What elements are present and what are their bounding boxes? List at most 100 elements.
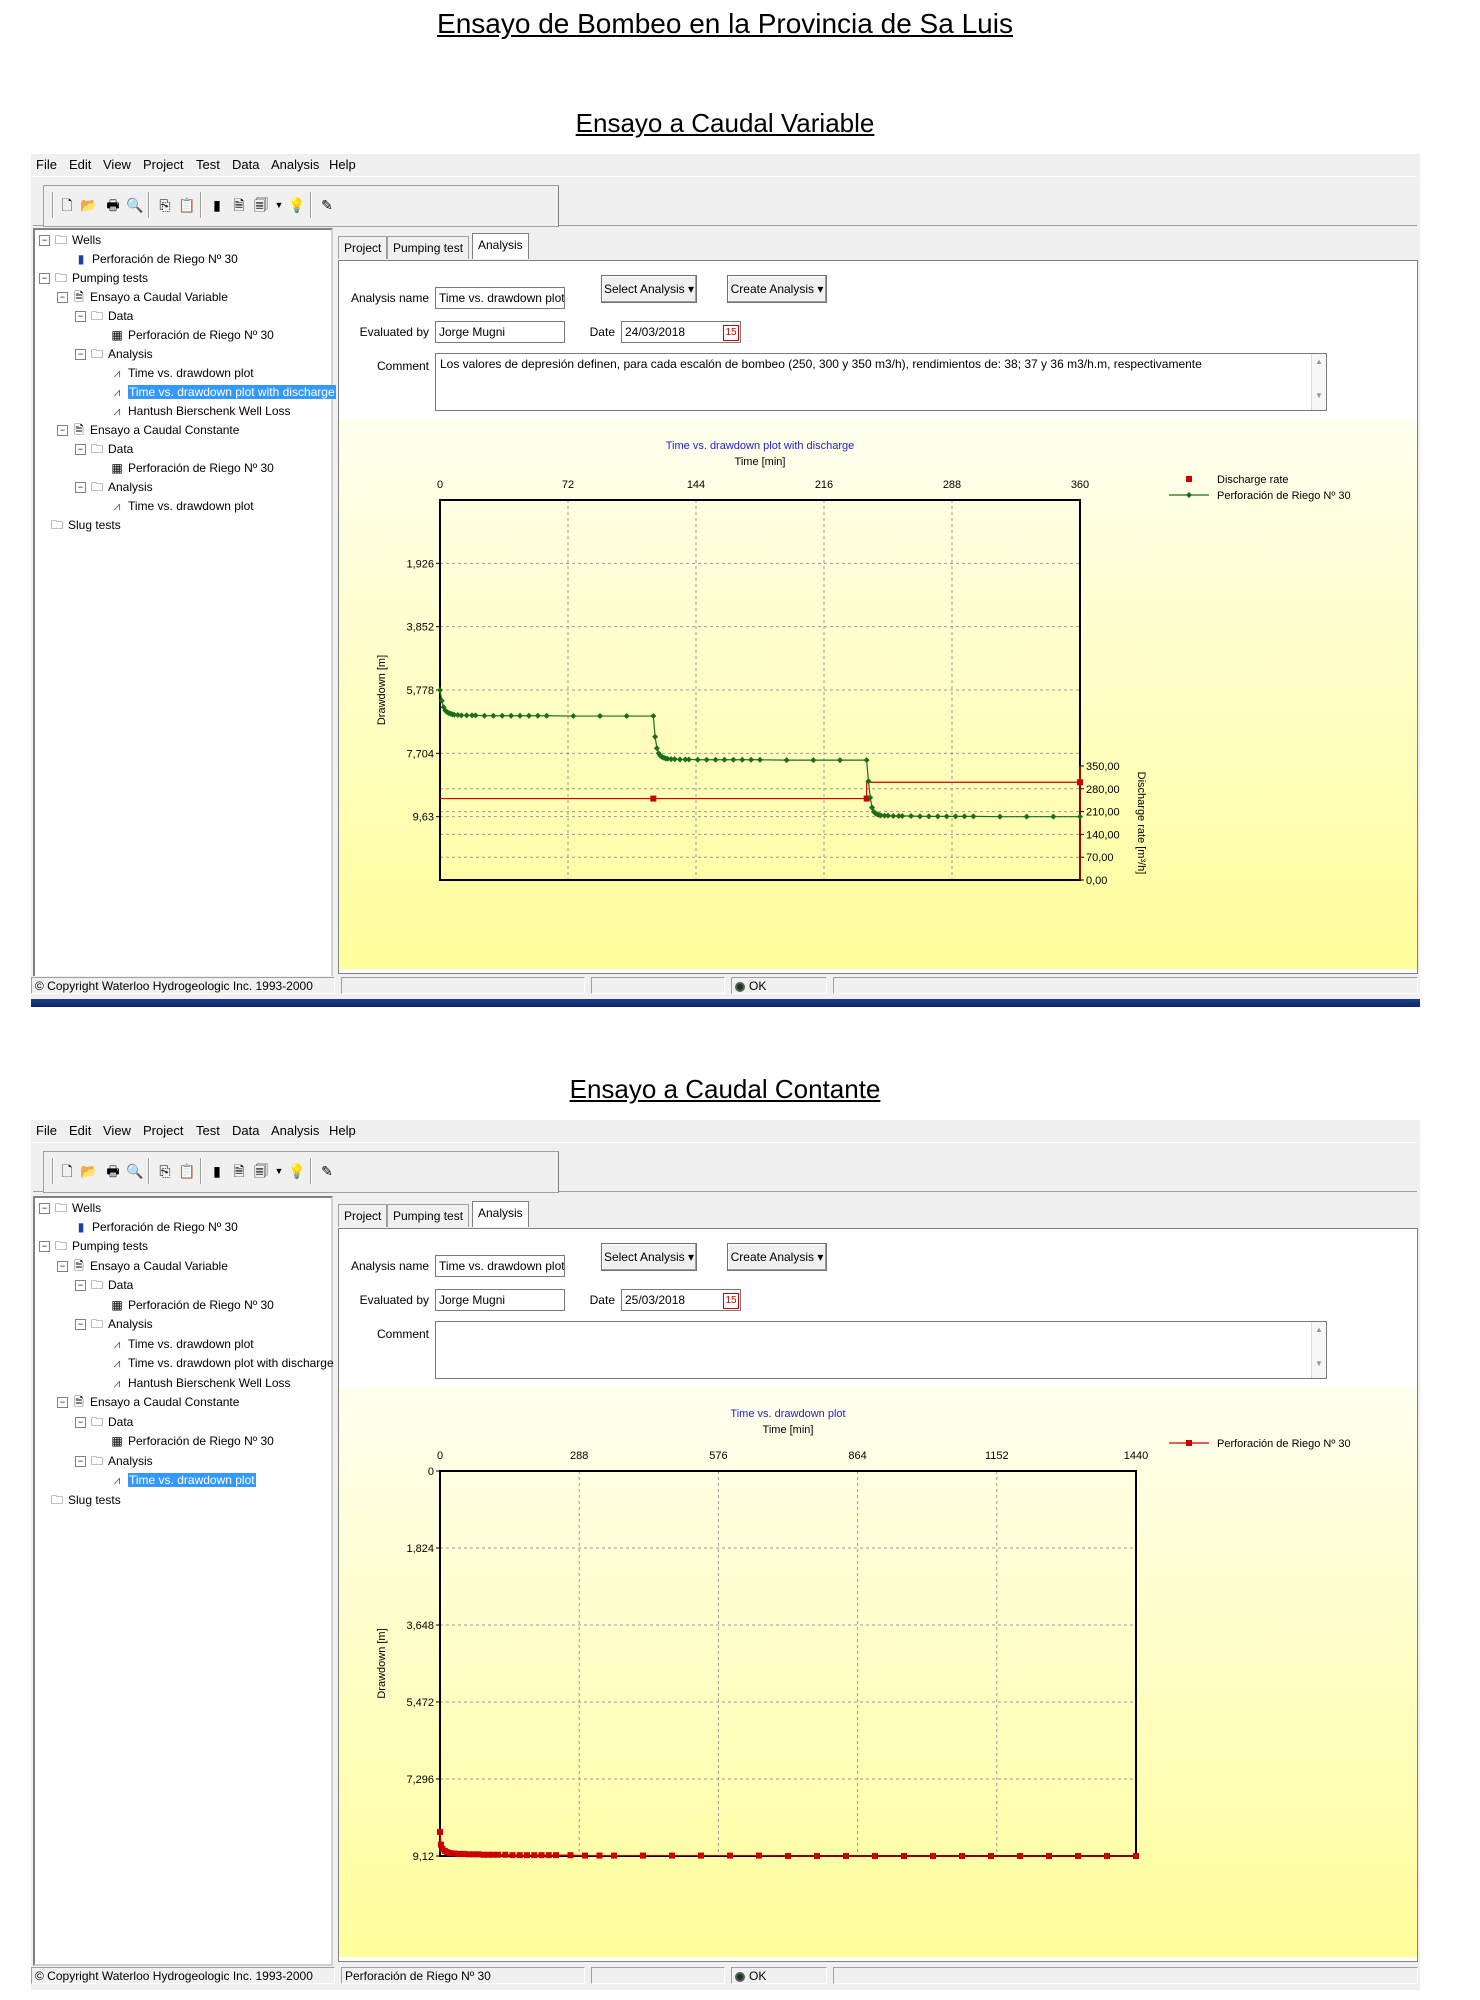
collapse-icon[interactable]: − [75,482,86,494]
menu-view[interactable]: View [103,1123,131,1138]
tree-node-data[interactable]: − 🗀 Data [75,1414,133,1431]
tree-node-test-variable[interactable]: − 🗎 Ensayo a Caudal Variable [57,289,228,306]
open-icon[interactable]: 📂 [80,196,98,214]
report-icon[interactable]: 🗎 [230,1162,248,1180]
collapse-icon[interactable]: − [75,1417,86,1429]
tree-node-pumping-tests[interactable]: − 🗀 Pumping tests [39,1238,148,1255]
comment-field[interactable]: ▲ ▼ [435,1321,1327,1379]
comment-scrollbar[interactable]: ▲ ▼ [1311,354,1326,410]
tree-node-hantush[interactable]: ⩘ Hantush Bierschenk Well Loss [109,1375,291,1392]
collapse-icon[interactable]: − [75,1456,86,1468]
collapse-icon[interactable]: − [57,425,68,437]
print-preview-icon[interactable]: 🔍 [126,196,144,214]
tree-node-data-well[interactable]: ▦ Perforación de Riego Nº 30 [109,1297,273,1314]
tip-icon[interactable]: 💡 [288,196,306,214]
open-icon[interactable]: 📂 [80,1162,98,1180]
tree-node-time-drawdown-discharge[interactable]: ⩘ Time vs. drawdown plot with discharge [109,1355,334,1372]
tree-node-data[interactable]: − 🗀 Data [75,308,133,325]
print-icon[interactable]: 🖶 [104,1162,122,1180]
tree-node-data[interactable]: − 🗀 Data [75,441,133,458]
menu-help[interactable]: Help [329,1123,356,1138]
menu-test[interactable]: Test [196,157,220,172]
report-icon[interactable]: 🗎 [230,196,248,214]
collapse-icon[interactable]: − [75,444,86,456]
tree-node-data[interactable]: − 🗀 Data [75,1277,133,1294]
tree-node-analysis[interactable]: − 🗀 Analysis [75,1453,153,1470]
tree-node-slug-tests[interactable]: 🗀 Slug tests [49,1492,121,1509]
tree-node-hantush[interactable]: ⩘ Hantush Bierschenk Well Loss [109,403,291,420]
menu-project[interactable]: Project [143,1123,183,1138]
export-icon[interactable]: 🗐 [252,196,270,214]
wizard-icon[interactable]: ✎ [318,196,336,214]
collapse-icon[interactable]: − [75,1319,86,1331]
copy-icon[interactable]: ⎘ [156,1162,174,1180]
collapse-icon[interactable]: − [39,235,50,247]
calendar-icon[interactable]: 15 [723,1293,739,1309]
collapse-icon[interactable]: − [57,1397,68,1409]
tree-node-data-well[interactable]: ▦ Perforación de Riego Nº 30 [109,1433,273,1450]
menu-data[interactable]: Data [232,157,259,172]
collapse-icon[interactable]: − [39,1203,50,1215]
tree-node-test-variable[interactable]: − 🗎 Ensayo a Caudal Variable [57,1258,228,1275]
tree-node-well[interactable]: ▮ Perforación de Riego Nº 30 [73,1219,238,1236]
collapse-icon[interactable]: − [75,311,86,323]
comment-scrollbar[interactable]: ▲ ▼ [1311,1322,1326,1378]
menu-edit[interactable]: Edit [69,1123,91,1138]
dropdown-icon[interactable]: ▼ [270,1162,288,1180]
analysis-name-field[interactable]: Time vs. drawdown plot w [435,287,565,309]
export-icon[interactable]: 🗐 [252,1162,270,1180]
dropdown-icon[interactable]: ▼ [270,196,288,214]
tab-project[interactable]: Project [338,236,388,259]
wizard-icon[interactable]: ✎ [318,1162,336,1180]
tab-analysis[interactable]: Analysis [472,233,529,259]
print-icon[interactable]: 🖶 [104,196,122,214]
collapse-icon[interactable]: − [57,292,68,304]
select-analysis-button[interactable]: Select Analysis ▾ [601,1243,697,1271]
tree-node-test-constant[interactable]: − 🗎 Ensayo a Caudal Constante [57,1394,239,1411]
tree-node-time-drawdown[interactable]: ⩘ Time vs. drawdown plot [109,365,254,382]
collapse-icon[interactable]: − [39,273,50,285]
menu-analysis[interactable]: Analysis [271,157,319,172]
create-analysis-button[interactable]: Create Analysis ▾ [727,1243,827,1271]
tree-node-analysis[interactable]: − 🗀 Analysis [75,346,153,363]
menu-analysis[interactable]: Analysis [271,1123,319,1138]
menu-edit[interactable]: Edit [69,157,91,172]
well-icon[interactable]: ▮ [208,1162,226,1180]
tree-node-data-well[interactable]: ▦ Perforación de Riego Nº 30 [109,327,273,344]
well-icon[interactable]: ▮ [208,196,226,214]
evaluated-by-field[interactable]: Jorge Mugni [435,1289,565,1311]
tab-analysis[interactable]: Analysis [472,1201,529,1227]
menu-project[interactable]: Project [143,157,183,172]
menu-help[interactable]: Help [329,157,356,172]
tree-node-time-drawdown-discharge[interactable]: ⩘ Time vs. drawdown plot with discharge [109,384,336,401]
collapse-icon[interactable]: − [39,1241,50,1253]
menu-test[interactable]: Test [196,1123,220,1138]
paste-icon[interactable]: 📋 [178,1162,196,1180]
tree-node-wells[interactable]: − 🗀 Wells [39,1200,101,1217]
tree-node-data-well[interactable]: ▦ Perforación de Riego Nº 30 [109,460,273,477]
collapse-icon[interactable]: − [75,349,86,361]
tree-node-time-drawdown[interactable]: ⩘ Time vs. drawdown plot [109,498,254,515]
tip-icon[interactable]: 💡 [288,1162,306,1180]
menu-view[interactable]: View [103,157,131,172]
collapse-icon[interactable]: − [75,1280,86,1292]
tree-node-slug-tests[interactable]: 🗀 Slug tests [49,517,121,534]
paste-icon[interactable]: 📋 [178,196,196,214]
calendar-icon[interactable]: 15 [723,325,739,341]
create-analysis-button[interactable]: Create Analysis ▾ [727,275,827,303]
new-icon[interactable]: 🗋 [58,1162,76,1180]
tree-node-wells[interactable]: − 🗀 Wells [39,232,101,249]
tree-node-well[interactable]: ▮ Perforación de Riego Nº 30 [73,251,238,268]
evaluated-by-field[interactable]: Jorge Mugni [435,321,565,343]
tab-pumping-test[interactable]: Pumping test [387,1204,470,1227]
analysis-name-field[interactable]: Time vs. drawdown plot [435,1255,565,1277]
copy-icon[interactable]: ⎘ [156,196,174,214]
tree-node-analysis[interactable]: − 🗀 Analysis [75,479,153,496]
tree-node-pumping-tests[interactable]: − 🗀 Pumping tests [39,270,148,287]
tab-pumping-test[interactable]: Pumping test [387,236,470,259]
comment-field[interactable]: Los valores de depresión definen, para c… [435,353,1327,411]
print-preview-icon[interactable]: 🔍 [126,1162,144,1180]
menu-file[interactable]: File [36,157,57,172]
collapse-icon[interactable]: − [57,1261,68,1273]
tab-project[interactable]: Project [338,1204,388,1227]
